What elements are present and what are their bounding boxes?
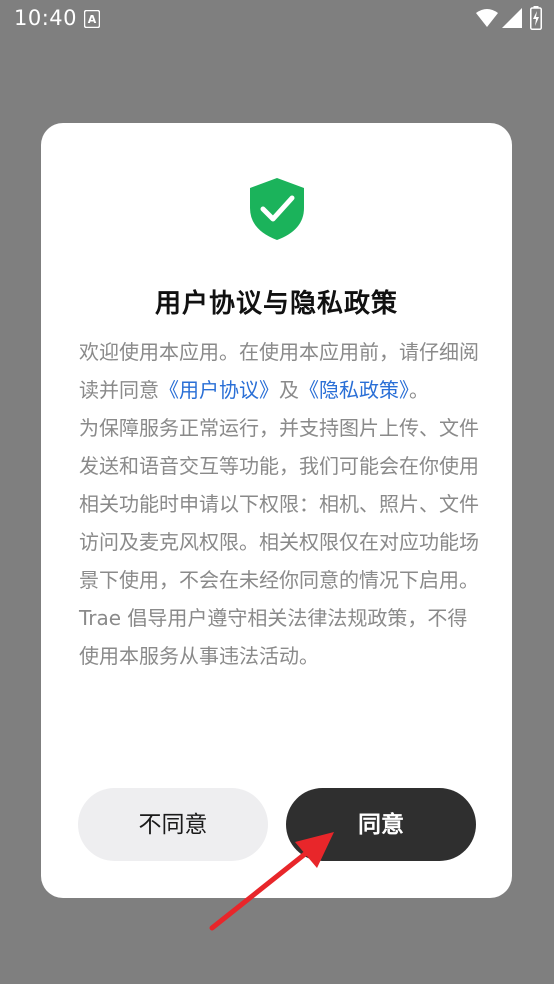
permissions-paragraph: 为保障服务正常运行，并支持图片上传、文件发送和语音交互等功能，我们可能会在你使用… (79, 416, 479, 592)
dialog-title: 用户协议与隐私政策 (154, 289, 398, 319)
red-arrow-annotation (209, 832, 334, 931)
status-time: 10:40 (14, 6, 78, 30)
shield-check-icon (250, 178, 304, 240)
intro-suffix: 。 (409, 378, 429, 402)
privacy-dialog: 用户协议与隐私政策 欢迎使用本应用。在使用本应用前，请仔细阅读并同意《用户协议》… (41, 123, 512, 898)
privacy-policy-link[interactable]: 《隐私政策》 (299, 378, 409, 402)
legal-paragraph: Trae 倡导用户遵守相关法律法规政策，不得使用本服务从事违法活动。 (79, 606, 468, 668)
wifi-icon (476, 9, 498, 27)
status-bar: 10:40 A (0, 0, 554, 38)
intro-paragraph: 欢迎使用本应用。在使用本应用前，请仔细阅读并同意《用户协议》及《隐私政策》。 (79, 333, 479, 409)
svg-text:A: A (88, 13, 97, 26)
conjunction-text: 及 (279, 378, 299, 402)
user-agreement-link[interactable]: 《用户协议》 (159, 378, 279, 402)
a-icon: A (84, 10, 100, 28)
battery-icon (530, 6, 542, 30)
dialog-body: 欢迎使用本应用。在使用本应用前，请仔细阅读并同意《用户协议》及《隐私政策》。 为… (79, 333, 479, 675)
signal-icon (502, 8, 522, 28)
